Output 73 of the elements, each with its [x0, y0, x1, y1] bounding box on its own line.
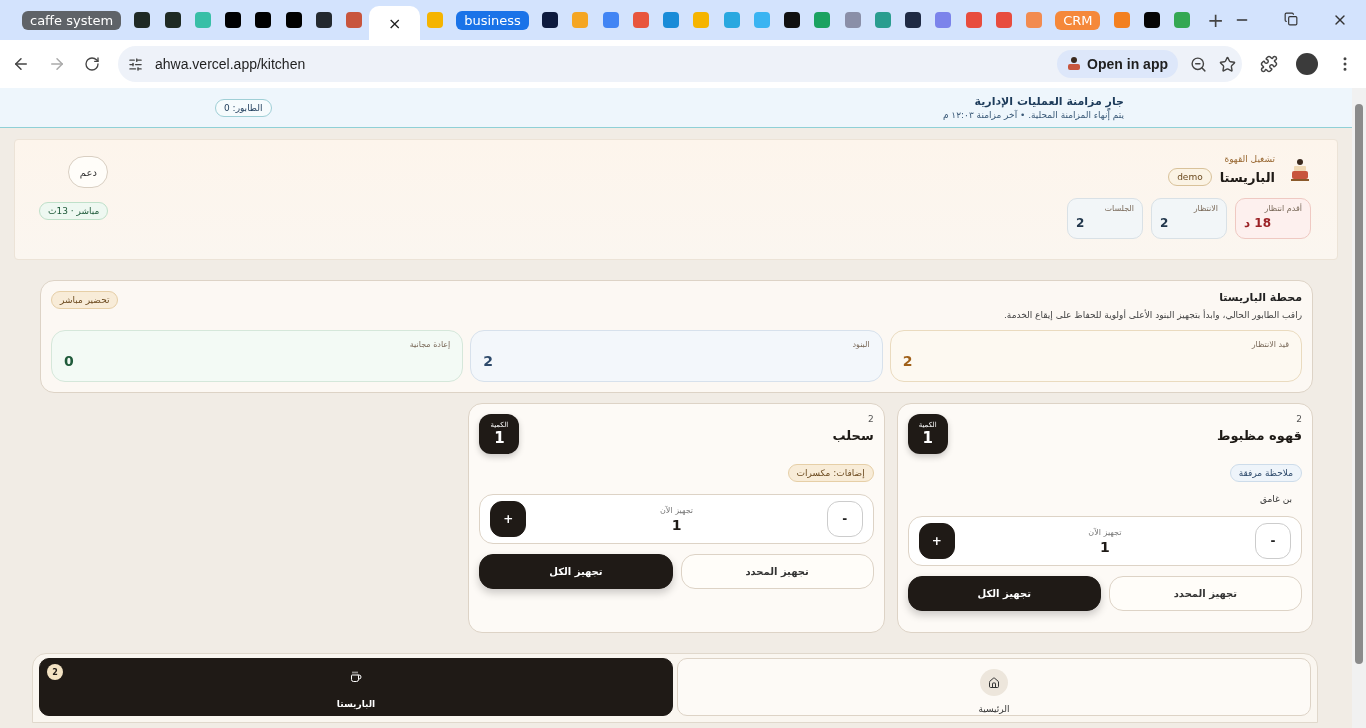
site-settings-icon[interactable] — [128, 56, 143, 72]
queue-pill: الطابور: 0 — [215, 98, 272, 117]
tab-icon[interactable] — [542, 12, 558, 28]
stat-label: إعادة مجانية — [408, 340, 451, 349]
stat-label: قيد الانتظار — [1250, 340, 1289, 349]
decrement-button[interactable]: - — [1255, 523, 1291, 559]
item-name: قهوه مظبوط — [1216, 428, 1302, 443]
note-tag: ملاحظة مرفقة — [1229, 464, 1302, 482]
bookmark-star-icon[interactable] — [1219, 55, 1236, 73]
sync-subtitle: يتم إنهاء المزامنة المحلية. • آخر مزامنة ١٢:٠٣ م — [942, 110, 1124, 120]
tab-icon[interactable] — [225, 12, 242, 28]
stat-label: أقدم انتظار — [1263, 204, 1302, 213]
tab-icon[interactable] — [164, 12, 181, 28]
addon-tag: إضافات: مكسرات — [787, 464, 874, 482]
tab-icon[interactable] — [315, 12, 332, 28]
new-tab-button[interactable]: + — [1197, 8, 1234, 32]
reload-icon[interactable] — [84, 56, 100, 72]
stat-label: الجلسات — [1103, 204, 1134, 213]
stat-value: 18 د — [1244, 216, 1273, 230]
url-field[interactable]: ahwa.vercel.app/kitchen — [155, 56, 306, 72]
increment-button[interactable]: + — [490, 501, 527, 537]
prepare-selected-button[interactable]: تجهيز المحدد — [1108, 576, 1302, 611]
stepper-value: 1 — [671, 516, 682, 533]
mode-pill: تحضير مباشر — [51, 291, 119, 309]
close-tab-button[interactable]: × — [387, 13, 402, 33]
header-eyebrow: تشغيل القهوة — [1223, 154, 1275, 164]
tab-group[interactable]: caffe system — [22, 10, 122, 30]
restore-icon[interactable] — [1284, 12, 1298, 26]
stepper-label: تجهيز الآن — [1088, 527, 1122, 537]
stat-label: البنود — [851, 340, 870, 349]
station-description: راقب الطابور الحالي، وابدأ بتجهيز البنود الأعلى أولوية للحفاظ على إيقاع الخدمة. — [1003, 310, 1302, 320]
back-icon[interactable] — [12, 55, 30, 73]
cup-icon — [350, 671, 362, 683]
stat-label: الانتظار — [1192, 204, 1218, 213]
prepare-all-button[interactable]: تجهيز الكل — [907, 576, 1101, 611]
page-title: الباريستا — [1219, 169, 1275, 185]
stat-value: 2 — [1160, 216, 1170, 230]
item-note: بن غامق — [1259, 494, 1292, 504]
stepper-label: تجهيز الآن — [659, 505, 694, 515]
tab-icon[interactable] — [1143, 12, 1160, 28]
tab-group[interactable]: business — [456, 10, 529, 30]
prepare-selected-button[interactable]: تجهيز المحدد — [680, 554, 874, 589]
stat-value: 2 — [1076, 216, 1086, 230]
tab-icon[interactable] — [255, 12, 272, 28]
stat-value: 2 — [902, 353, 914, 369]
active-tab[interactable]: × — [369, 6, 420, 40]
quantity-value: 1 — [494, 429, 505, 447]
stat-value: 2 — [483, 353, 495, 369]
nav-tab[interactable]: الرئيسية — [677, 658, 1311, 716]
increment-button[interactable]: + — [918, 523, 955, 559]
item-name: سحلب — [832, 428, 874, 443]
item-number: 2 — [1295, 414, 1302, 424]
open-in-app-button[interactable]: Open in app — [1057, 50, 1178, 78]
item-number: 2 — [866, 414, 874, 424]
tab-icon[interactable] — [134, 12, 151, 28]
home-icon — [988, 676, 1000, 689]
station-title: محطة الباريستا — [1218, 291, 1302, 304]
support-button[interactable]: دعم — [68, 156, 109, 188]
tab-icon[interactable] — [905, 12, 921, 28]
tab-icon[interactable] — [285, 12, 302, 28]
live-status-pill: مباشر · 13ث — [39, 202, 109, 220]
demo-badge: demo — [1168, 168, 1212, 186]
extensions-icon[interactable] — [1260, 55, 1278, 73]
tab-icon[interactable] — [784, 12, 800, 28]
count-badge: 2 — [47, 664, 63, 680]
quantity-value: 1 — [922, 429, 933, 447]
profile-avatar[interactable] — [1296, 53, 1318, 75]
prepare-all-button[interactable]: تجهيز الكل — [479, 554, 673, 589]
stat-value: 0 — [64, 353, 75, 369]
decrement-button[interactable]: - — [826, 501, 863, 537]
scrollbar[interactable] — [1352, 88, 1366, 728]
stepper-value: 1 — [1099, 538, 1110, 555]
zoom-icon[interactable] — [1190, 55, 1207, 73]
